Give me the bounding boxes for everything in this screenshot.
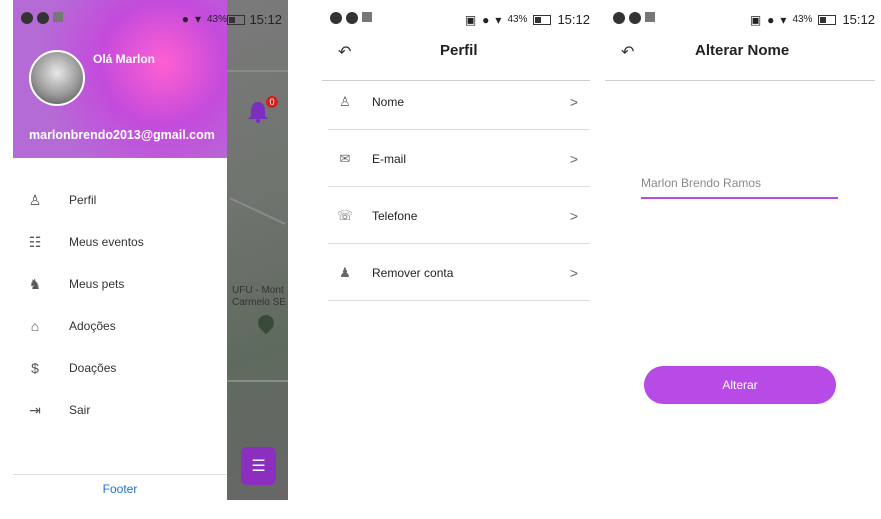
battery-icon <box>818 14 837 25</box>
filter-button[interactable]: ☰ <box>241 447 276 485</box>
appbar-divider <box>605 80 875 81</box>
profile-item-email[interactable]: ✉ E-mail > <box>322 131 590 187</box>
drawer-item-doacoes[interactable]: $ Doações <box>13 348 227 388</box>
map-road <box>227 380 288 382</box>
drawer-item-label: Meus eventos <box>69 235 144 249</box>
map-place-line2: Carmelo SE <box>232 297 286 308</box>
wifi-icon: ▾ <box>194 12 201 26</box>
drawer-header: ● ▾ 43% Olá Marlon marlonbrendo2013@gmai… <box>13 0 227 158</box>
map-place-label: UFU - Mont Carmelo SE <box>232 285 286 309</box>
adoption-icon: ⌂ <box>30 318 40 334</box>
status-time: 15:12 <box>249 12 282 27</box>
back-button[interactable]: ↶ <box>621 42 634 62</box>
alter-name-screen: ▣ ● ▾ 43% 15:12 ↶ Alterar Nome Alterar <box>605 0 875 519</box>
app-icon <box>37 12 49 24</box>
map-place-line1: UFU - Mont <box>232 285 284 296</box>
cast-icon: ▣ <box>464 12 477 27</box>
app-icon <box>346 12 358 24</box>
drawer-item-perfil[interactable]: ♙ Perfil <box>13 180 227 220</box>
alterar-button[interactable]: Alterar <box>644 366 836 404</box>
battery-percent: 43% <box>507 14 528 25</box>
notification-icon <box>330 12 342 24</box>
map-road <box>227 70 288 72</box>
app-icon <box>629 12 641 24</box>
drawer-item-meus-eventos[interactable]: ☷ Meus eventos <box>13 222 227 262</box>
phone-icon: ☏ <box>336 208 354 223</box>
wifi-icon: ▾ <box>495 12 502 27</box>
notification-badge: 0 <box>266 96 278 108</box>
row-divider <box>328 243 590 244</box>
chevron-right-icon: > <box>569 151 578 167</box>
chevron-right-icon: > <box>569 265 578 281</box>
app-icon-2 <box>645 12 655 22</box>
pet-icon: ♞ <box>28 276 42 292</box>
location-icon: ● <box>482 12 490 27</box>
drawer-item-sair[interactable]: ⇥ Sair <box>13 390 227 430</box>
app-icon-2 <box>53 12 63 22</box>
battery-icon <box>227 14 246 25</box>
mail-icon: ✉ <box>339 151 351 166</box>
status-time: 15:12 <box>557 12 590 27</box>
status-bar: ▣ ● ▾ 43% 15:12 <box>605 12 875 30</box>
drawer-item-adocoes[interactable]: ⌂ Adoções <box>13 306 227 346</box>
footer-divider <box>13 474 227 475</box>
map-background[interactable] <box>227 0 288 500</box>
status-bar: ● ▾ 43% <box>13 12 227 30</box>
map-road <box>229 197 286 225</box>
person-icon: ♙ <box>339 94 351 109</box>
logout-icon: ⇥ <box>29 402 41 418</box>
profile-item-label: Remover conta <box>372 266 454 280</box>
drawer-screen: 0 UFU - Mont Carmelo SE ☰ ● ▾ 43% Olá Ma… <box>13 0 288 519</box>
drawer-item-label: Sair <box>69 403 91 417</box>
back-button[interactable]: ↶ <box>338 42 351 62</box>
notification-icon <box>613 12 625 24</box>
sliders-icon: ☰ <box>251 458 266 475</box>
app-icon-2 <box>362 12 372 22</box>
person-icon: ♙ <box>28 192 42 208</box>
back-arrow-icon: ↶ <box>338 44 352 61</box>
notification-icon <box>21 12 33 24</box>
greeting-text: Olá Marlon <box>93 52 156 66</box>
profile-item-telefone[interactable]: ☏ Telefone > <box>322 188 590 244</box>
row-divider <box>328 129 590 130</box>
profile-item-remover-conta[interactable]: ♟ Remover conta > <box>322 245 590 301</box>
profile-item-label: Nome <box>372 95 405 109</box>
drawer-item-meus-pets[interactable]: ♞ Meus pets <box>13 264 227 304</box>
battery-percent: 43% <box>792 14 813 25</box>
location-icon: ● <box>767 12 775 27</box>
list-icon: ☷ <box>28 234 42 250</box>
drawer-footer[interactable]: Footer <box>13 482 227 496</box>
profile-item-label: Telefone <box>372 209 418 223</box>
chevron-right-icon: > <box>569 94 578 110</box>
battery-percent: 43% <box>206 13 227 25</box>
remove-user-icon: ♟ <box>339 265 351 280</box>
status-time: 15:12 <box>842 12 875 27</box>
profile-screen: ▣ ● ▾ 43% 15:12 ↶ Perfil ♙ Nome > ✉ E-ma… <box>322 0 590 519</box>
cast-icon: ▣ <box>749 12 762 27</box>
name-input[interactable] <box>641 169 838 199</box>
profile-item-label: E-mail <box>372 152 407 166</box>
location-icon: ● <box>181 12 189 26</box>
page-title: Perfil <box>440 42 478 59</box>
user-email: marlonbrendo2013@gmail.com <box>29 128 215 142</box>
chevron-right-icon: > <box>569 208 578 224</box>
back-arrow-icon: ↶ <box>621 44 635 61</box>
drawer-item-label: Meus pets <box>69 277 125 291</box>
drawer-item-label: Adoções <box>69 319 116 333</box>
avatar[interactable] <box>29 50 85 106</box>
row-divider <box>328 186 590 187</box>
navigation-drawer: ● ▾ 43% Olá Marlon marlonbrendo2013@gmai… <box>13 0 227 500</box>
drawer-item-label: Doações <box>69 361 117 375</box>
wifi-icon: ▾ <box>780 12 787 27</box>
row-divider <box>328 300 590 301</box>
status-bar-right: 15:12 <box>227 12 282 27</box>
status-bar: ▣ ● ▾ 43% 15:12 <box>322 12 590 30</box>
page-title: Alterar Nome <box>695 42 790 59</box>
profile-item-nome[interactable]: ♙ Nome > <box>322 74 590 130</box>
battery-icon <box>533 14 552 25</box>
drawer-item-label: Perfil <box>69 193 97 207</box>
donation-icon: $ <box>31 360 39 376</box>
